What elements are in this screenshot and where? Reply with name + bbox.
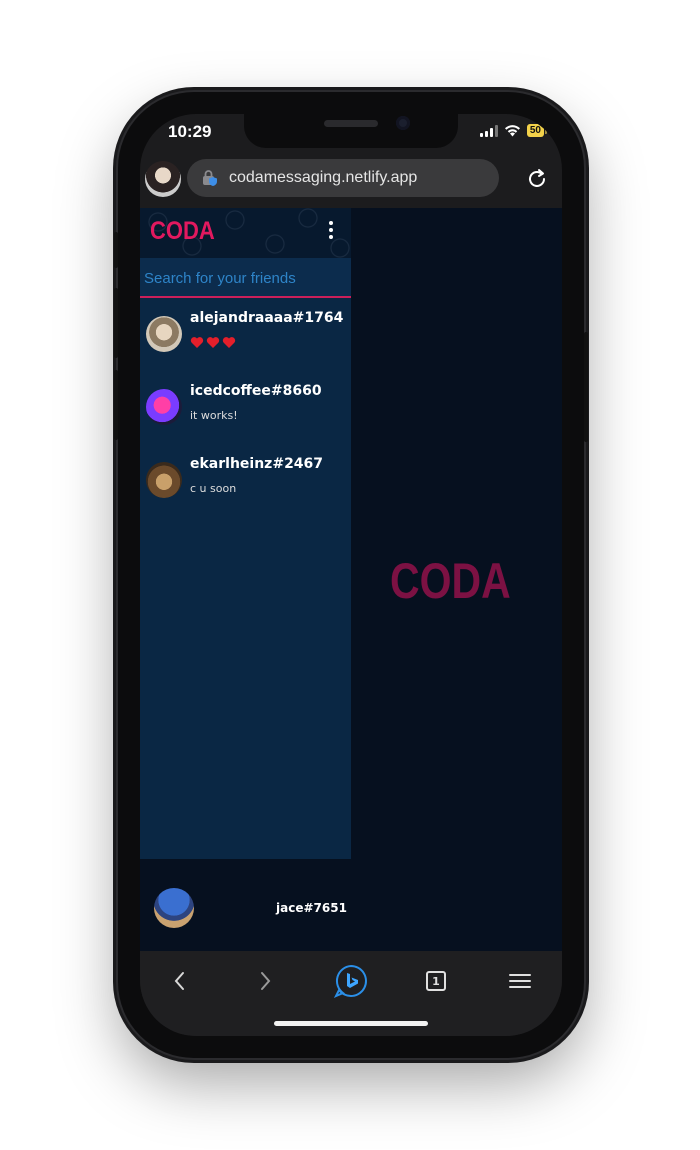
chevron-right-icon	[261, 972, 271, 990]
status-time: 10:29	[168, 122, 212, 141]
bing-chat-button[interactable]	[333, 963, 369, 999]
web-content: CODA alejandraaaa#1764	[140, 208, 562, 951]
brand-logo: CODA	[150, 217, 215, 245]
friend-item[interactable]: icedcoffee#8660 it works!	[140, 373, 351, 443]
main-logo: CODA	[390, 553, 511, 609]
screen: 10:29 50 codamessaging.netlify.app CODA …	[140, 114, 562, 1036]
friend-last-message	[190, 336, 236, 349]
tabs-button[interactable]: 1	[420, 965, 452, 997]
address-bar[interactable]: codamessaging.netlify.app	[187, 159, 499, 197]
mute-switch	[114, 232, 118, 268]
current-user-avatar[interactable]	[154, 888, 194, 928]
browser-profile-avatar[interactable]	[145, 161, 181, 197]
camera	[396, 116, 410, 130]
notch	[244, 114, 458, 148]
hamburger-menu-icon	[509, 974, 531, 988]
friend-avatar	[146, 389, 182, 425]
friend-last-message: it works!	[190, 409, 238, 422]
browser-address-row: codamessaging.netlify.app	[140, 158, 562, 204]
friends-sidebar: CODA alejandraaaa#1764	[140, 208, 351, 859]
bing-icon	[333, 964, 367, 998]
friend-name: icedcoffee#8660	[190, 383, 322, 399]
status-icons: 50	[479, 124, 548, 137]
battery-indicator: 50	[526, 124, 548, 137]
friend-item[interactable]: ekarlheinz#2467 c u soon	[140, 446, 351, 516]
volume-up-button	[114, 288, 118, 358]
heart-icon	[206, 337, 220, 348]
cellular-signal-icon	[479, 124, 498, 137]
site-security-icon	[203, 170, 217, 186]
menu-button[interactable]	[504, 965, 536, 997]
current-user-name: jace#7651	[276, 901, 347, 915]
tab-count: 1	[426, 971, 446, 991]
chevron-left-icon	[174, 972, 184, 990]
phone-frame: 10:29 50 codamessaging.netlify.app CODA …	[114, 92, 588, 1058]
friend-search	[140, 258, 351, 298]
friend-name: ekarlheinz#2467	[190, 456, 324, 472]
search-input[interactable]	[142, 266, 351, 290]
wifi-icon	[504, 125, 520, 137]
friend-avatar	[146, 462, 182, 498]
speaker	[324, 120, 378, 127]
power-button	[584, 332, 588, 442]
url-text: codamessaging.netlify.app	[229, 169, 418, 186]
home-indicator[interactable]	[274, 1021, 428, 1026]
heart-icon	[190, 337, 204, 348]
sidebar-header: CODA	[140, 208, 351, 258]
more-options-icon[interactable]	[324, 221, 338, 243]
friend-item[interactable]: alejandraaaa#1764	[140, 300, 351, 370]
friend-name: alejandraaaa#1764	[190, 310, 344, 326]
friend-last-message: c u soon	[190, 482, 237, 495]
heart-icon	[222, 337, 236, 348]
volume-down-button	[114, 370, 118, 440]
forward-button[interactable]	[249, 965, 281, 997]
friend-avatar	[146, 316, 182, 352]
reload-icon[interactable]	[524, 166, 550, 192]
back-button[interactable]	[164, 965, 196, 997]
